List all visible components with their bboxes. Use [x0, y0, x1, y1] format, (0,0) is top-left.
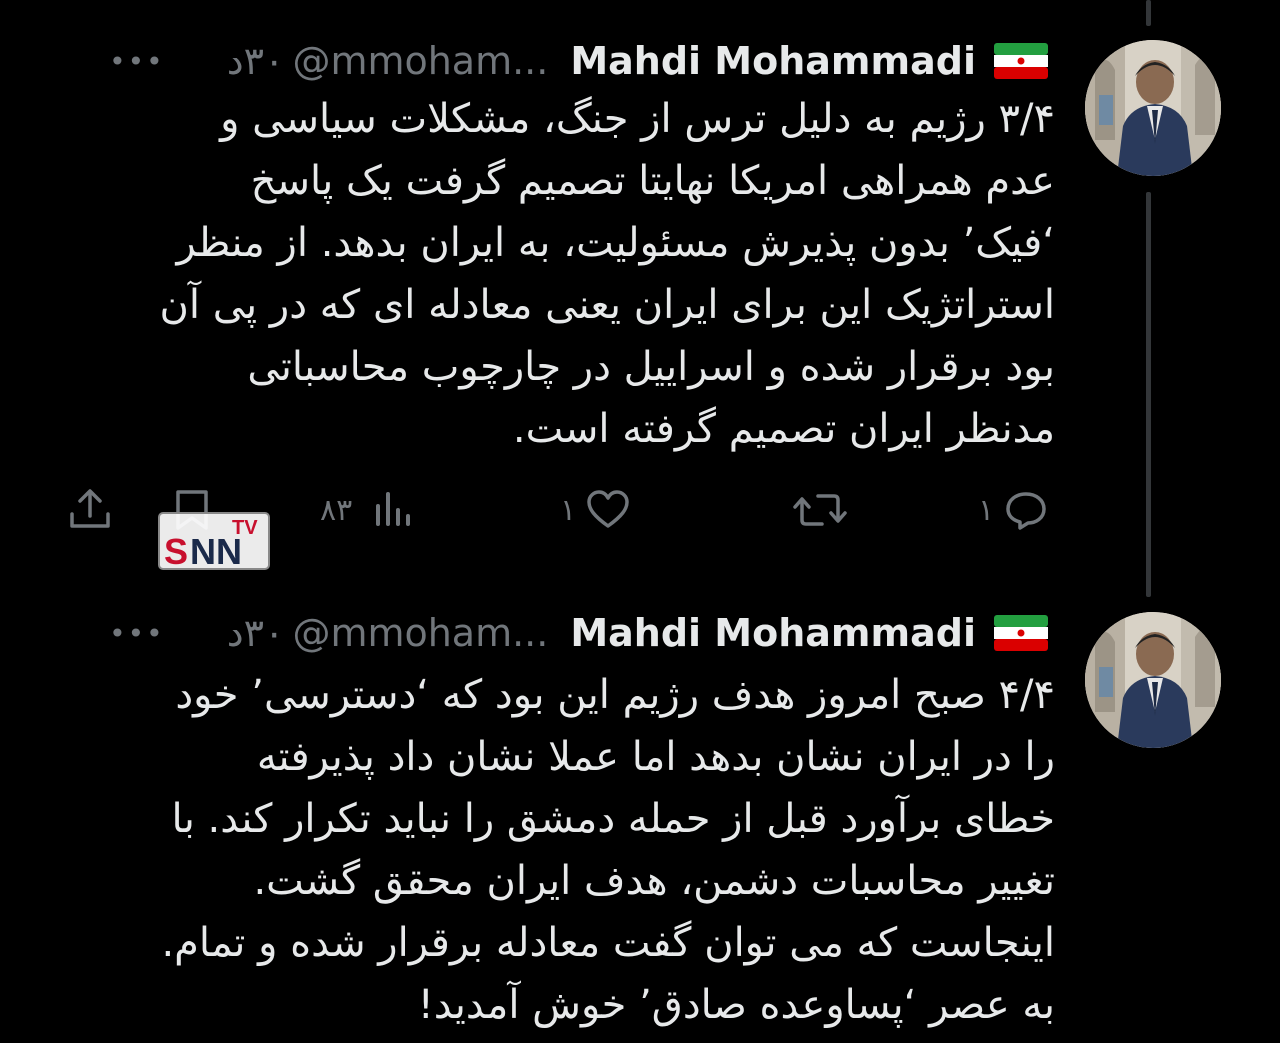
- share-icon: [70, 489, 110, 528]
- views-count: ۸۳: [320, 492, 353, 528]
- like-icon: [587, 490, 629, 528]
- tweet-text-line: بود برقرار شده و اسراییل در چارچوب محاسب…: [247, 344, 1055, 390]
- timestamp[interactable]: ۳۰د: [227, 39, 285, 83]
- retweet-button[interactable]: [792, 480, 848, 540]
- tweet-text-line: اینجاست که می توان گفت معادله برقرار شده…: [161, 920, 1055, 966]
- views-icon: [376, 492, 411, 526]
- reply-count: ۱: [978, 492, 995, 528]
- tweet-header: ••• ۳۰د @mmoham... Mahdi Mohammadi: [109, 608, 1048, 658]
- tweet-header: ••• ۳۰د @mmoham... Mahdi Mohammadi: [109, 36, 1048, 86]
- tweet-text: ۳/۴ رژیم به دلیل ترس از جنگ، مشکلات سیاس…: [95, 88, 1056, 460]
- author-name[interactable]: Mahdi Mohammadi: [570, 39, 976, 83]
- user-handle[interactable]: @mmoham...: [292, 611, 548, 655]
- tweet-text-line: مدنظر ایران تصمیم گرفته است.: [512, 406, 1055, 452]
- tweet-text-line: ‘فیک’ بدون پذیرش مسئولیت، به ایران بدهد.…: [176, 220, 1055, 266]
- author-name[interactable]: Mahdi Mohammadi: [570, 611, 976, 655]
- iran-flag-icon: [994, 615, 1048, 651]
- like-button[interactable]: ۱: [560, 480, 632, 540]
- tweet-text-line: استراتژیک این برای ایران یعنی معادله ای …: [159, 282, 1056, 328]
- tweet-text-line: تغییر محاسبات دشمن، هدف ایران محقق گشت.: [253, 858, 1055, 904]
- snn-tv-logo: TV S NN: [158, 512, 270, 570]
- reply-icon: [1006, 492, 1046, 530]
- timestamp[interactable]: ۳۰د: [227, 611, 285, 655]
- tweet-text-line: ۳/۴ رژیم به دلیل ترس از جنگ، مشکلات سیاس…: [220, 96, 1055, 142]
- reply-button[interactable]: ۱: [978, 480, 1050, 540]
- more-options-icon[interactable]: •••: [109, 45, 165, 78]
- tweet-text-line: خطای برآورد قبل از حمله دمشق را نباید تک…: [171, 796, 1056, 842]
- like-count: ۱: [560, 492, 577, 528]
- views-button[interactable]: ۸۳: [320, 480, 416, 540]
- more-options-icon[interactable]: •••: [109, 617, 165, 650]
- avatar[interactable]: [1085, 40, 1221, 176]
- iran-flag-icon: [994, 43, 1048, 79]
- tweet-text-line: به عصر ‘پساوعده صادق’ خوش آمدید!: [417, 982, 1055, 1028]
- tweet-text-line: ۴/۴ صبح امروز هدف رژیم این بود که ‘دسترس…: [175, 672, 1055, 718]
- tweet-text: ۴/۴ صبح امروز هدف رژیم این بود که ‘دسترس…: [95, 664, 1055, 1036]
- retweet-icon: [793, 494, 847, 526]
- avatar[interactable]: [1085, 612, 1221, 748]
- share-button[interactable]: [66, 480, 114, 540]
- user-handle[interactable]: @mmoham...: [292, 39, 548, 83]
- svg-text:S: S: [164, 531, 188, 570]
- tweet-1[interactable]: ••• ۳۰د @mmoham... Mahdi Mohammadi ۳/۴ ر…: [0, 0, 1280, 590]
- tweet-2[interactable]: ••• ۳۰د @mmoham... Mahdi Mohammadi ۴/۴ ص…: [0, 600, 1280, 1043]
- svg-text:NN: NN: [190, 531, 242, 570]
- tweet-text-line: را در ایران نشان بدهد اما عملا نشان داد …: [256, 734, 1055, 780]
- tweet-text-line: عدم همراهی امریکا نهایتا تصمیم گرفت یک پ…: [250, 158, 1055, 204]
